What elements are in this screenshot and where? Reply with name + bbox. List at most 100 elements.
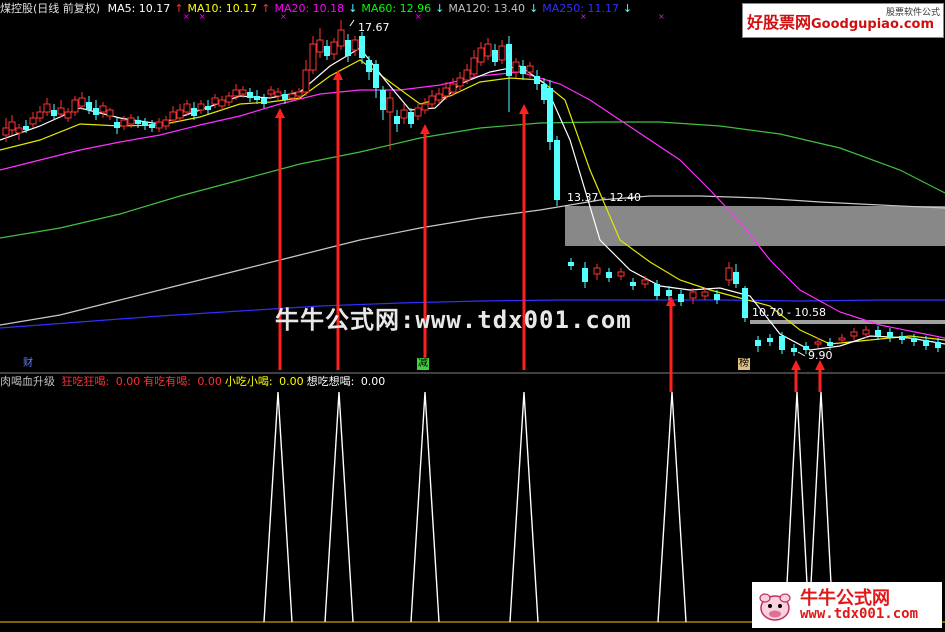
logo-en: Goodgupiao.com [811,17,935,32]
candle [394,110,400,132]
candle [582,262,588,288]
indicator-header: 肉喝血升级 狂吃狂喝: 0.00 有吃有喝: 0.00 小吃小喝: 0.00 想吃想喝… [0,375,391,389]
candle [386,92,394,150]
high-marker [349,19,355,27]
candle [380,86,386,120]
candle [767,334,773,346]
range-label-1: 13.37 - 12.40 [567,191,641,204]
candle [408,108,414,128]
candle [520,60,526,80]
indicator-item: 狂吃狂喝: [61,375,113,388]
ma-legend: MA5: 10.17 ↑ MA10: 10.17 ↑ MA20: 10.18 ↓ MA60:… [108,2,637,15]
candle [93,100,99,120]
tag-cai[interactable]: 财 [22,358,34,370]
candle [484,38,492,60]
arrow-down-icon: ↓ [435,2,445,15]
candle [641,276,649,288]
candle [850,328,858,340]
candle [456,72,464,90]
logo-cn: 好股票网 [747,13,812,32]
bottom-watermark-url: www.tdx001.com [800,606,919,622]
tag-jian[interactable]: 减 [417,358,429,370]
candle [162,116,170,130]
candle [15,124,23,140]
candle [875,326,881,340]
candle [733,264,739,288]
ma-legend-item: MA120: 13.40 [448,2,526,15]
candle [316,28,324,58]
bottom-watermark: 牛牛公式网 www.tdx001.com [752,582,942,628]
candle [606,268,612,282]
chart-header: 煤控股(日线 前复权) MA5: 10.17 ↑ MA10: 10.17 ↑ MA20:… [0,2,640,16]
candle [534,70,540,90]
candle [701,288,709,300]
indicator-spike [410,391,440,623]
arrow-up-icon: ↑ [261,2,271,15]
candle [176,104,184,122]
ma-legend-item: MA60: 12.96 [361,2,432,15]
ma-legend-item: MA5: 10.17 [107,2,171,15]
candle [247,88,253,102]
candle [421,98,429,114]
candle [593,264,601,280]
stock-title: 煤控股(日线 前复权) [0,2,101,15]
candle [935,338,941,352]
candle [309,36,317,74]
buy-arrow-icon [666,296,676,392]
candle [755,336,761,352]
candle [149,120,155,132]
candle [330,38,338,60]
candle [106,108,114,120]
arrow-up-icon: ↑ [174,2,184,15]
ma-legend-item: MA20: 10.18 [274,2,345,15]
range-label-2: 10.70 - 10.58 [752,306,826,319]
candle [64,108,72,122]
candle [142,118,148,130]
arrow-down-icon: ↓ [348,2,358,15]
candle [630,278,636,290]
indicator-values: 狂吃狂喝: 0.00 有吃有喝: 0.00 小吃小喝: 0.00 想吃想喝: 0.00 [62,375,389,388]
ma-legend-item: MA10: 10.17 [187,2,258,15]
candle [428,90,436,108]
indicator-spike [324,391,354,623]
indicator-name: 肉喝血升级 [0,375,55,388]
candle [43,98,51,116]
indicator-item-value: 0.00 [360,375,386,388]
candle [492,44,498,66]
low-marker [797,351,806,357]
candle [225,92,233,106]
price-zone-box [565,206,945,246]
cow-logo-icon [759,593,791,621]
indicator-item: 想吃想喝: [306,375,358,388]
indicator-spike [657,391,687,623]
arrow-down-icon: ↓ [623,2,633,15]
low-price-label: 9.90 [808,349,833,362]
candle [791,344,797,356]
indicator-spike [509,391,539,623]
indicator-spikes [263,391,834,623]
candle [8,115,16,135]
indicator-item: 小吃小喝: [224,375,277,388]
candle [254,90,260,104]
candle [36,106,44,122]
indicator-item-value: 0.00 [197,375,222,388]
tag-bang[interactable]: 榜 [738,358,750,370]
candle [78,92,86,110]
candle [899,332,905,344]
ma-legend-item: MA250: 11.17 [542,2,619,15]
candle [554,136,560,206]
candle [512,58,520,78]
site-logo[interactable]: 好股票网Goodgupiao.com 股票软件公式 [742,3,944,38]
candle [366,56,372,80]
candle [779,332,785,354]
candle [169,106,177,124]
candle [678,290,684,306]
candle [261,94,267,108]
candle [477,42,485,66]
high-price-label: 17.67 [358,21,390,34]
candle [373,60,379,98]
candle [114,118,120,134]
candle [617,268,625,280]
candle [51,104,57,120]
candle [498,40,506,64]
